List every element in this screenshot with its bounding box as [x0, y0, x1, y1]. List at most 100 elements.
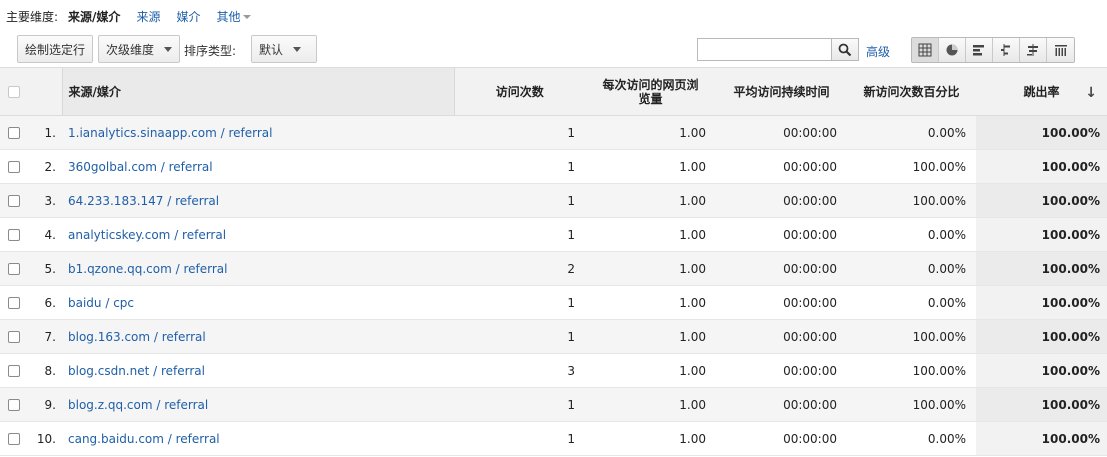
source-medium-cell: 64.233.183.147 / referral: [62, 183, 454, 218]
visits-cell: 1: [454, 285, 585, 320]
row-checkbox[interactable]: [8, 228, 20, 241]
table-view-button[interactable]: [912, 38, 939, 62]
select-all-checkbox[interactable]: [8, 85, 20, 98]
row-checkbox[interactable]: [8, 160, 20, 173]
visits-cell: 1: [454, 319, 585, 354]
pages-per-visit-cell: 1.00: [585, 353, 716, 388]
table-search: [697, 38, 859, 61]
source-medium-link[interactable]: 360golbal.com / referral: [62, 160, 213, 174]
row-index: 9.: [34, 387, 62, 422]
avg-duration-cell: 00:00:00: [716, 387, 847, 422]
row-checkbox[interactable]: [8, 330, 20, 343]
term-cloud-view-button[interactable]: [1020, 38, 1047, 62]
row-checkbox[interactable]: [8, 262, 20, 275]
bounce-rate-cell: 100.00%: [976, 251, 1107, 286]
row-checkbox[interactable]: [8, 398, 20, 411]
source-medium-link[interactable]: blog.163.com / referral: [62, 330, 206, 344]
new-visits-cell: 100.00%: [847, 387, 976, 422]
avg-duration-cell: 00:00:00: [716, 217, 847, 252]
bounce-rate-cell: 100.00%: [976, 353, 1107, 388]
new-visits-cell: 0.00%: [847, 217, 976, 252]
pie-view-button[interactable]: [939, 38, 966, 62]
source-medium-link[interactable]: b1.qzone.qq.com / referral: [62, 262, 227, 276]
visits-cell: 3: [454, 353, 585, 388]
column-header-new-visits[interactable]: 新访问次数百分比: [847, 67, 976, 116]
source-medium-link[interactable]: 64.233.183.147 / referral: [62, 194, 219, 208]
search-button[interactable]: [831, 39, 858, 60]
plot-rows-label: 绘制选定行: [25, 42, 86, 57]
pages-per-visit-cell: 1.00: [585, 183, 716, 218]
bounce-rate-cell: 100.00%: [976, 285, 1107, 320]
source-medium-cell: 1.ianalytics.sinaapp.com / referral: [62, 115, 454, 150]
visits-cell: 1: [454, 115, 585, 150]
new-visits-cell: 0.00%: [847, 421, 976, 456]
search-input[interactable]: [698, 39, 831, 60]
column-header-bounce-rate[interactable]: 跳出率 ↓: [976, 67, 1107, 116]
dimension-other-label: 其他: [216, 9, 241, 24]
bounce-rate-cell: 100.00%: [976, 319, 1107, 354]
source-medium-cell: b1.qzone.qq.com / referral: [62, 251, 454, 286]
dimension-link-medium[interactable]: 媒介: [176, 8, 200, 25]
row-checkbox[interactable]: [8, 364, 20, 377]
table-row: 4. analyticskey.com / referral 1 1.00 00:00:…: [0, 217, 1107, 252]
row-select-cell: [0, 285, 34, 320]
row-checkbox[interactable]: [8, 194, 20, 207]
row-checkbox[interactable]: [8, 296, 20, 309]
source-medium-cell: analyticskey.com / referral: [62, 217, 454, 252]
avg-duration-cell: 00:00:00: [716, 353, 847, 388]
pivot-view-button[interactable]: [1047, 38, 1074, 62]
comparison-view-button[interactable]: [993, 38, 1020, 62]
table-row: 9. blog.z.qq.com / referral 1 1.00 00:00:00 1…: [0, 387, 1107, 422]
chevron-down-icon: [293, 46, 302, 52]
table-row: 10. cang.baidu.com / referral 1 1.00 00:00:0…: [0, 421, 1107, 456]
row-checkbox[interactable]: [8, 432, 20, 445]
bounce-rate-cell: 100.00%: [976, 183, 1107, 218]
row-index: 8.: [34, 353, 62, 388]
sort-type-dropdown[interactable]: 默认: [251, 35, 317, 63]
dimension-other-dropdown[interactable]: 其他: [216, 8, 252, 25]
performance-icon: [973, 45, 984, 56]
data-table: 来源/媒介 访问次数 每次访问的网页浏览量 平均访问持续时间 新访问次数百分比 …: [0, 67, 1107, 456]
source-medium-cell: baidu / cpc: [62, 285, 454, 320]
pages-per-visit-cell: 1.00: [585, 387, 716, 422]
row-select-cell: [0, 217, 34, 252]
avg-duration-cell: 00:00:00: [716, 421, 847, 456]
column-header-visits[interactable]: 访问次数: [454, 67, 585, 116]
source-medium-link[interactable]: blog.csdn.net / referral: [62, 364, 205, 378]
pages-per-visit-cell: 1.00: [585, 285, 716, 320]
avg-duration-cell: 00:00:00: [716, 285, 847, 320]
sort-type-label: 排序类型:: [184, 44, 237, 58]
pages-per-visit-cell: 1.00: [585, 115, 716, 150]
source-medium-link[interactable]: 1.ianalytics.sinaapp.com / referral: [62, 126, 273, 140]
source-medium-link[interactable]: baidu / cpc: [62, 296, 134, 310]
view-switcher: [911, 37, 1075, 63]
advanced-filter-link[interactable]: 高级: [866, 43, 890, 60]
row-select-cell: [0, 353, 34, 388]
new-visits-cell: 100.00%: [847, 319, 976, 354]
bounce-rate-label: 跳出率: [1023, 85, 1060, 99]
table-row: 2. 360golbal.com / referral 1 1.00 00:00:00 1…: [0, 149, 1107, 184]
avg-duration-cell: 00:00:00: [716, 251, 847, 286]
new-visits-cell: 0.00%: [847, 285, 976, 320]
bounce-rate-cell: 100.00%: [976, 149, 1107, 184]
row-checkbox[interactable]: [8, 126, 20, 139]
source-medium-link[interactable]: cang.baidu.com / referral: [62, 432, 220, 446]
table-row: 1. 1.ianalytics.sinaapp.com / referral 1 1.…: [0, 115, 1107, 150]
pages-per-visit-cell: 1.00: [585, 251, 716, 286]
performance-view-button[interactable]: [966, 38, 993, 62]
table-row: 5. b1.qzone.qq.com / referral 2 1.00 00:00:0…: [0, 251, 1107, 286]
plot-rows-button[interactable]: 绘制选定行: [17, 35, 94, 63]
row-index: 6.: [34, 285, 62, 320]
table-row: 8. blog.csdn.net / referral 3 1.00 00:00:00 1…: [0, 353, 1107, 388]
dimension-link-source[interactable]: 来源: [136, 8, 160, 25]
table-icon: [918, 43, 932, 57]
column-header-source-medium[interactable]: 来源/媒介: [61, 67, 455, 116]
column-header-pages-per-visit[interactable]: 每次访问的网页浏览量: [585, 67, 716, 116]
column-header-avg-duration[interactable]: 平均访问持续时间: [716, 67, 847, 116]
avg-duration-cell: 00:00:00: [716, 149, 847, 184]
visits-cell: 1: [454, 421, 585, 456]
secondary-dimension-dropdown[interactable]: 次级维度: [98, 35, 181, 63]
source-medium-link[interactable]: analyticskey.com / referral: [62, 228, 226, 242]
source-medium-link[interactable]: blog.z.qq.com / referral: [62, 398, 208, 412]
visits-cell: 1: [454, 149, 585, 184]
